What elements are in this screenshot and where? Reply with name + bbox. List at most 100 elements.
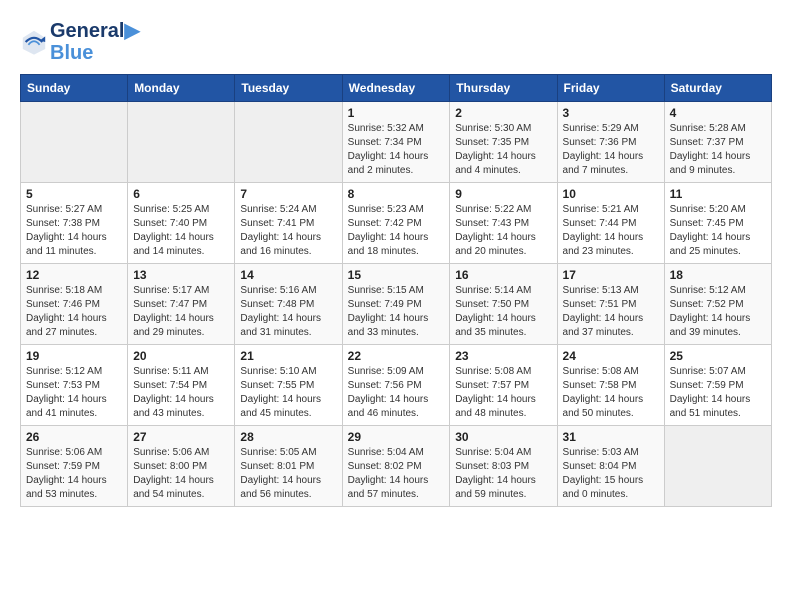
cell-details: Sunrise: 5:14 AMSunset: 7:50 PMDaylight:… [455, 284, 551, 340]
day-number: 29 [348, 430, 445, 444]
day-number: 7 [240, 187, 336, 201]
day-number: 2 [455, 106, 551, 120]
cell-details: Sunrise: 5:18 AMSunset: 7:46 PMDaylight:… [26, 284, 122, 340]
calendar-cell: 8 Sunrise: 5:23 AMSunset: 7:42 PMDaylight… [342, 183, 450, 264]
calendar-cell: 26 Sunrise: 5:06 AMSunset: 7:59 PMDayligh… [21, 426, 128, 507]
calendar-cell: 25 Sunrise: 5:07 AMSunset: 7:59 PMDayligh… [664, 345, 771, 426]
calendar-cell [235, 102, 342, 183]
day-number: 13 [133, 268, 229, 282]
cell-details: Sunrise: 5:04 AMSunset: 8:03 PMDaylight:… [455, 446, 551, 502]
cell-details: Sunrise: 5:24 AMSunset: 7:41 PMDaylight:… [240, 203, 336, 259]
logo-line1: General▶ [50, 20, 140, 42]
day-number: 8 [348, 187, 445, 201]
cell-details: Sunrise: 5:22 AMSunset: 7:43 PMDaylight:… [455, 203, 551, 259]
calendar-cell: 18 Sunrise: 5:12 AMSunset: 7:52 PMDayligh… [664, 264, 771, 345]
calendar-cell: 17Sunrise: 5:13 AMSunset: 7:51 PMDayligh… [557, 264, 664, 345]
cell-details: Sunrise: 5:30 AMSunset: 7:35 PMDaylight:… [455, 122, 551, 178]
day-number: 12 [26, 268, 122, 282]
cell-details: Sunrise: 5:09 AMSunset: 7:56 PMDaylight:… [348, 365, 445, 421]
cell-details: Sunrise: 5:27 AMSunset: 7:38 PMDaylight:… [26, 203, 122, 259]
calendar-week-row: 5Sunrise: 5:27 AMSunset: 7:38 PMDaylight… [21, 183, 772, 264]
calendar-cell: 21Sunrise: 5:10 AMSunset: 7:55 PMDayligh… [235, 345, 342, 426]
calendar-cell: 29 Sunrise: 5:04 AMSunset: 8:02 PMDayligh… [342, 426, 450, 507]
calendar-cell [664, 426, 771, 507]
cell-details: Sunrise: 5:32 AMSunset: 7:34 PMDaylight:… [348, 122, 445, 178]
day-number: 1 [348, 106, 445, 120]
day-number: 22 [348, 349, 445, 363]
day-number: 4 [670, 106, 766, 120]
cell-details: Sunrise: 5:25 AMSunset: 7:40 PMDaylight:… [133, 203, 229, 259]
calendar-cell: 5Sunrise: 5:27 AMSunset: 7:38 PMDaylight… [21, 183, 128, 264]
day-number: 15 [348, 268, 445, 282]
cell-details: Sunrise: 5:17 AMSunset: 7:47 PMDaylight:… [133, 284, 229, 340]
cell-details: Sunrise: 5:06 AMSunset: 7:59 PMDaylight:… [26, 446, 122, 502]
logo: General▶ Blue [20, 20, 140, 64]
calendar-cell: 30 Sunrise: 5:04 AMSunset: 8:03 PMDayligh… [450, 426, 557, 507]
day-number: 9 [455, 187, 551, 201]
calendar-cell: 31 Sunrise: 5:03 AMSunset: 8:04 PMDayligh… [557, 426, 664, 507]
calendar-cell: 11 Sunrise: 5:20 AMSunset: 7:45 PMDayligh… [664, 183, 771, 264]
cell-details: Sunrise: 5:15 AMSunset: 7:49 PMDaylight:… [348, 284, 445, 340]
calendar-cell: 6Sunrise: 5:25 AMSunset: 7:40 PMDaylight… [128, 183, 235, 264]
calendar-cell: 7 Sunrise: 5:24 AMSunset: 7:41 PMDaylight… [235, 183, 342, 264]
logo-text-block: General▶ Blue [50, 20, 140, 64]
logo-line2: Blue [50, 42, 140, 64]
cell-details: Sunrise: 5:20 AMSunset: 7:45 PMDaylight:… [670, 203, 766, 259]
day-number: 25 [670, 349, 766, 363]
calendar-cell: 15 Sunrise: 5:15 AMSunset: 7:49 PMDayligh… [342, 264, 450, 345]
day-number: 27 [133, 430, 229, 444]
calendar-cell: 16 Sunrise: 5:14 AMSunset: 7:50 PMDayligh… [450, 264, 557, 345]
cell-details: Sunrise: 5:04 AMSunset: 8:02 PMDaylight:… [348, 446, 445, 502]
cell-details: Sunrise: 5:03 AMSunset: 8:04 PMDaylight:… [563, 446, 659, 502]
weekday-header-wednesday: Wednesday [342, 75, 450, 102]
day-number: 30 [455, 430, 551, 444]
calendar-week-row: 19Sunrise: 5:12 AMSunset: 7:53 PMDayligh… [21, 345, 772, 426]
day-number: 14 [240, 268, 336, 282]
calendar-cell: 28 Sunrise: 5:05 AMSunset: 8:01 PMDayligh… [235, 426, 342, 507]
cell-details: Sunrise: 5:11 AMSunset: 7:54 PMDaylight:… [133, 365, 229, 421]
day-number: 24 [563, 349, 659, 363]
calendar-cell: 9 Sunrise: 5:22 AMSunset: 7:43 PMDaylight… [450, 183, 557, 264]
day-number: 16 [455, 268, 551, 282]
weekday-header-tuesday: Tuesday [235, 75, 342, 102]
calendar-cell: 20Sunrise: 5:11 AMSunset: 7:54 PMDayligh… [128, 345, 235, 426]
cell-details: Sunrise: 5:07 AMSunset: 7:59 PMDaylight:… [670, 365, 766, 421]
calendar-table: SundayMondayTuesdayWednesdayThursdayFrid… [20, 74, 772, 507]
weekday-header-saturday: Saturday [664, 75, 771, 102]
calendar-week-row: 12 Sunrise: 5:18 AMSunset: 7:46 PMDayligh… [21, 264, 772, 345]
calendar-cell: 22 Sunrise: 5:09 AMSunset: 7:56 PMDayligh… [342, 345, 450, 426]
weekday-header-sunday: Sunday [21, 75, 128, 102]
cell-details: Sunrise: 5:08 AMSunset: 7:57 PMDaylight:… [455, 365, 551, 421]
weekday-header-row: SundayMondayTuesdayWednesdayThursdayFrid… [21, 75, 772, 102]
day-number: 31 [563, 430, 659, 444]
day-number: 19 [26, 349, 122, 363]
cell-details: Sunrise: 5:21 AMSunset: 7:44 PMDaylight:… [563, 203, 659, 259]
calendar-cell: 10 Sunrise: 5:21 AMSunset: 7:44 PMDayligh… [557, 183, 664, 264]
calendar-cell: 4 Sunrise: 5:28 AMSunset: 7:37 PMDaylight… [664, 102, 771, 183]
weekday-header-friday: Friday [557, 75, 664, 102]
calendar-cell: 14 Sunrise: 5:16 AMSunset: 7:48 PMDayligh… [235, 264, 342, 345]
calendar-cell: 3Sunrise: 5:29 AMSunset: 7:36 PMDaylight… [557, 102, 664, 183]
day-number: 28 [240, 430, 336, 444]
day-number: 11 [670, 187, 766, 201]
calendar-cell: 1 Sunrise: 5:32 AMSunset: 7:34 PMDaylight… [342, 102, 450, 183]
weekday-header-monday: Monday [128, 75, 235, 102]
calendar-cell: 19Sunrise: 5:12 AMSunset: 7:53 PMDayligh… [21, 345, 128, 426]
calendar-cell: 27Sunrise: 5:06 AMSunset: 8:00 PMDayligh… [128, 426, 235, 507]
cell-details: Sunrise: 5:10 AMSunset: 7:55 PMDaylight:… [240, 365, 336, 421]
calendar-cell [21, 102, 128, 183]
day-number: 26 [26, 430, 122, 444]
calendar-cell [128, 102, 235, 183]
day-number: 18 [670, 268, 766, 282]
cell-details: Sunrise: 5:16 AMSunset: 7:48 PMDaylight:… [240, 284, 336, 340]
cell-details: Sunrise: 5:28 AMSunset: 7:37 PMDaylight:… [670, 122, 766, 178]
page-header: General▶ Blue [20, 20, 772, 64]
cell-details: Sunrise: 5:12 AMSunset: 7:52 PMDaylight:… [670, 284, 766, 340]
day-number: 17 [563, 268, 659, 282]
cell-details: Sunrise: 5:05 AMSunset: 8:01 PMDaylight:… [240, 446, 336, 502]
calendar-cell: 12 Sunrise: 5:18 AMSunset: 7:46 PMDayligh… [21, 264, 128, 345]
calendar-cell: 2 Sunrise: 5:30 AMSunset: 7:35 PMDaylight… [450, 102, 557, 183]
day-number: 10 [563, 187, 659, 201]
cell-details: Sunrise: 5:23 AMSunset: 7:42 PMDaylight:… [348, 203, 445, 259]
calendar-cell: 23Sunrise: 5:08 AMSunset: 7:57 PMDayligh… [450, 345, 557, 426]
